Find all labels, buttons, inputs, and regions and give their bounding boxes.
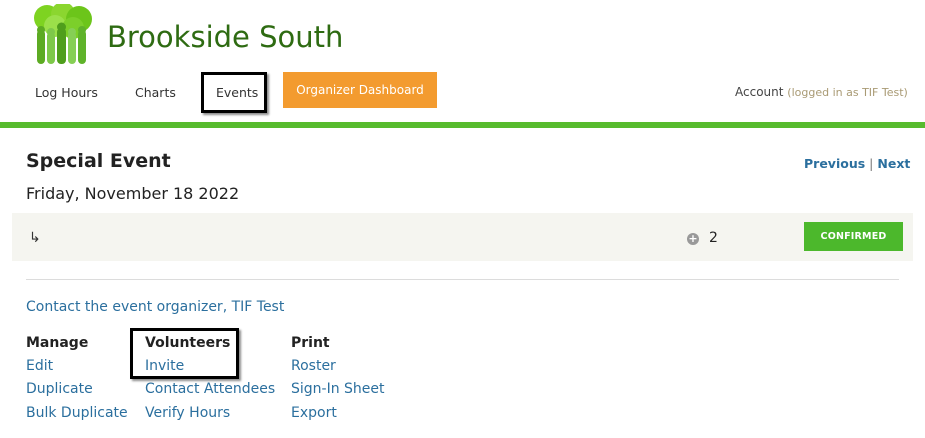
nav-charts[interactable]: Charts (135, 85, 176, 100)
attendee-count: 2 (709, 230, 718, 246)
previous-link[interactable]: Previous (804, 156, 865, 171)
header-divider-bar (0, 122, 925, 128)
account-menu[interactable]: Account (logged in as TIF Test) (735, 85, 908, 99)
contact-organizer-link[interactable]: Contact the event organizer, TIF Test (26, 299, 284, 315)
plus-circle-icon[interactable]: + (687, 233, 699, 245)
section-divider (26, 279, 899, 280)
organizer-dashboard-button[interactable]: Organizer Dashboard (283, 72, 437, 108)
confirmed-button[interactable]: CONFIRMED (804, 222, 903, 251)
volunteers-highlight-box (130, 328, 239, 379)
page-title: Special Event (26, 150, 171, 172)
account-label[interactable]: Account (735, 85, 783, 99)
duplicate-link[interactable]: Duplicate (26, 381, 93, 397)
tree-people-logo[interactable] (27, 2, 97, 66)
nav-log-hours[interactable]: Log Hours (35, 85, 98, 100)
print-heading: Print (291, 335, 330, 351)
edit-link[interactable]: Edit (26, 358, 53, 374)
manage-heading: Manage (26, 335, 89, 351)
verify-hours-link[interactable]: Verify Hours (145, 405, 230, 421)
shift-row: ↳ + 2 CONFIRMED (12, 213, 913, 261)
subdirectory-arrow-icon: ↳ (29, 230, 41, 246)
event-date: Friday, November 18 2022 (26, 184, 240, 203)
events-highlight-box (201, 72, 267, 113)
site-title[interactable]: Brookside South (107, 20, 343, 54)
logged-in-as-text: (logged in as TIF Test) (787, 86, 908, 99)
pager-separator: | (869, 156, 874, 171)
contact-attendees-link[interactable]: Contact Attendees (145, 381, 275, 397)
export-link[interactable]: Export (291, 405, 337, 421)
next-link[interactable]: Next (877, 156, 910, 171)
sign-in-sheet-link[interactable]: Sign-In Sheet (291, 381, 385, 397)
roster-link[interactable]: Roster (291, 358, 336, 374)
bulk-duplicate-link[interactable]: Bulk Duplicate (26, 405, 128, 421)
event-pager: Previous | Next (804, 156, 910, 171)
